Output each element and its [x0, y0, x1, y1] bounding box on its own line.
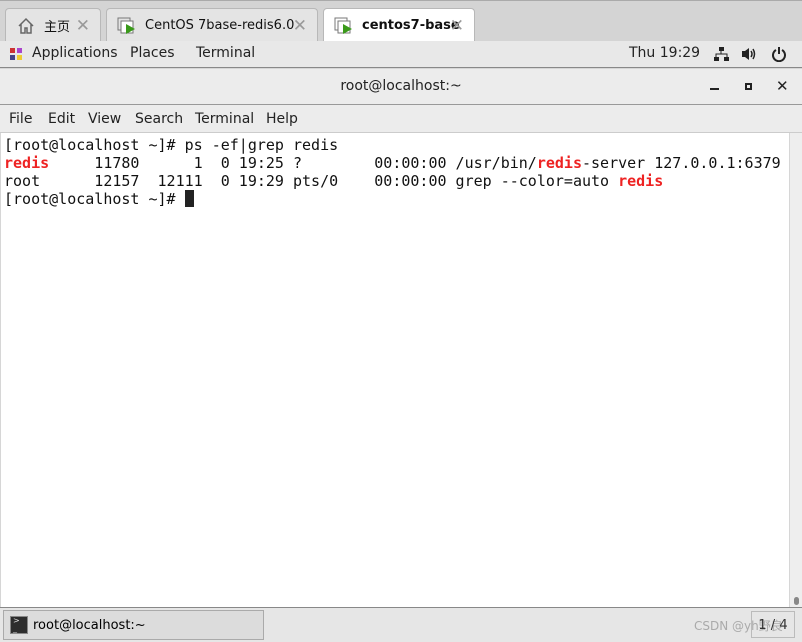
close-window-button[interactable]: ✕ — [776, 77, 789, 95]
workspace-switcher[interactable]: 1 / 4 — [751, 611, 795, 638]
places-menu[interactable]: Places — [130, 45, 175, 61]
text: root 12157 12111 0 19:29 pts/0 00:00:00 … — [4, 172, 619, 190]
taskbar-item-terminal[interactable]: > _ root@localhost:~ — [3, 610, 264, 640]
menu-edit[interactable]: Edit — [48, 111, 75, 127]
terminal-line: [root@localhost ~]# ps -ef|grep redis — [4, 136, 339, 154]
tab-label: centos7-base — [362, 18, 460, 33]
terminal-output[interactable]: [root@localhost ~]# ps -ef|grep redis red… — [1, 133, 789, 607]
terminal-prompt-line: [root@localhost ~]# — [4, 190, 789, 208]
match: redis — [4, 154, 50, 172]
maximize-button[interactable] — [745, 83, 752, 90]
power-icon[interactable] — [771, 46, 787, 66]
match: redis — [618, 172, 664, 190]
cursor — [184, 190, 194, 207]
tab-label: 主页 — [44, 20, 71, 35]
applications-menu[interactable]: Applications — [32, 45, 118, 61]
close-icon[interactable]: ✕ — [76, 16, 90, 36]
menu-terminal[interactable]: Terminal — [195, 111, 254, 127]
clock[interactable]: Thu 19:29 — [629, 45, 700, 61]
terminal-line: root 12157 12111 0 19:29 pts/0 00:00:00 … — [4, 172, 789, 190]
window-titlebar[interactable]: root@localhost:~ ✕ — [0, 69, 802, 105]
text: 11780 1 0 19:25 ? 00:00:00 /usr/bin/ — [49, 154, 537, 172]
terminal-menubar: File Edit View Search Terminal Help — [0, 105, 802, 133]
terminal-icon: > _ — [10, 616, 28, 634]
tab-label: CentOS 7base-redis6.0 — [145, 18, 295, 33]
browser-tab-bar: 主页 ✕ CentOS 7base-redis6.0 ✕ centos7-bas… — [0, 0, 802, 42]
volume-icon[interactable] — [740, 46, 758, 66]
applications-icon — [8, 46, 24, 66]
gnome-top-bar: Applications Places Terminal Thu 19:29 — [0, 41, 802, 68]
terminal-line: redis 11780 1 0 19:25 ? 00:00:00 /usr/bi… — [4, 154, 789, 172]
menu-view[interactable]: View — [88, 111, 121, 127]
task-label: root@localhost:~ — [33, 617, 146, 633]
home-icon — [16, 16, 38, 36]
tab-centos-redis[interactable]: CentOS 7base-redis6.0 ✕ — [106, 8, 318, 42]
window-title: root@localhost:~ — [340, 78, 462, 94]
close-icon[interactable]: ✕ — [293, 16, 307, 36]
text: -server 127.0.0.1:6379 — [581, 154, 781, 172]
minimize-button[interactable] — [710, 88, 719, 90]
network-icon[interactable] — [713, 46, 729, 66]
vm-icon — [334, 16, 356, 36]
menu-help[interactable]: Help — [266, 111, 298, 127]
prompt: [root@localhost ~]# — [4, 190, 185, 208]
menu-file[interactable]: File — [9, 111, 32, 127]
scrollbar[interactable] — [790, 133, 802, 607]
match: redis — [536, 154, 582, 172]
menu-search[interactable]: Search — [135, 111, 183, 127]
vm-icon — [117, 16, 139, 36]
tab-centos7-base[interactable]: centos7-base ✕ — [323, 8, 475, 42]
tab-home[interactable]: 主页 ✕ — [5, 8, 101, 42]
taskbar: > _ root@localhost:~ CSDN @yh野良 1 / 4 — [0, 607, 802, 642]
terminal-app-menu[interactable]: Terminal — [196, 45, 255, 61]
close-icon[interactable]: ✕ — [450, 16, 464, 36]
